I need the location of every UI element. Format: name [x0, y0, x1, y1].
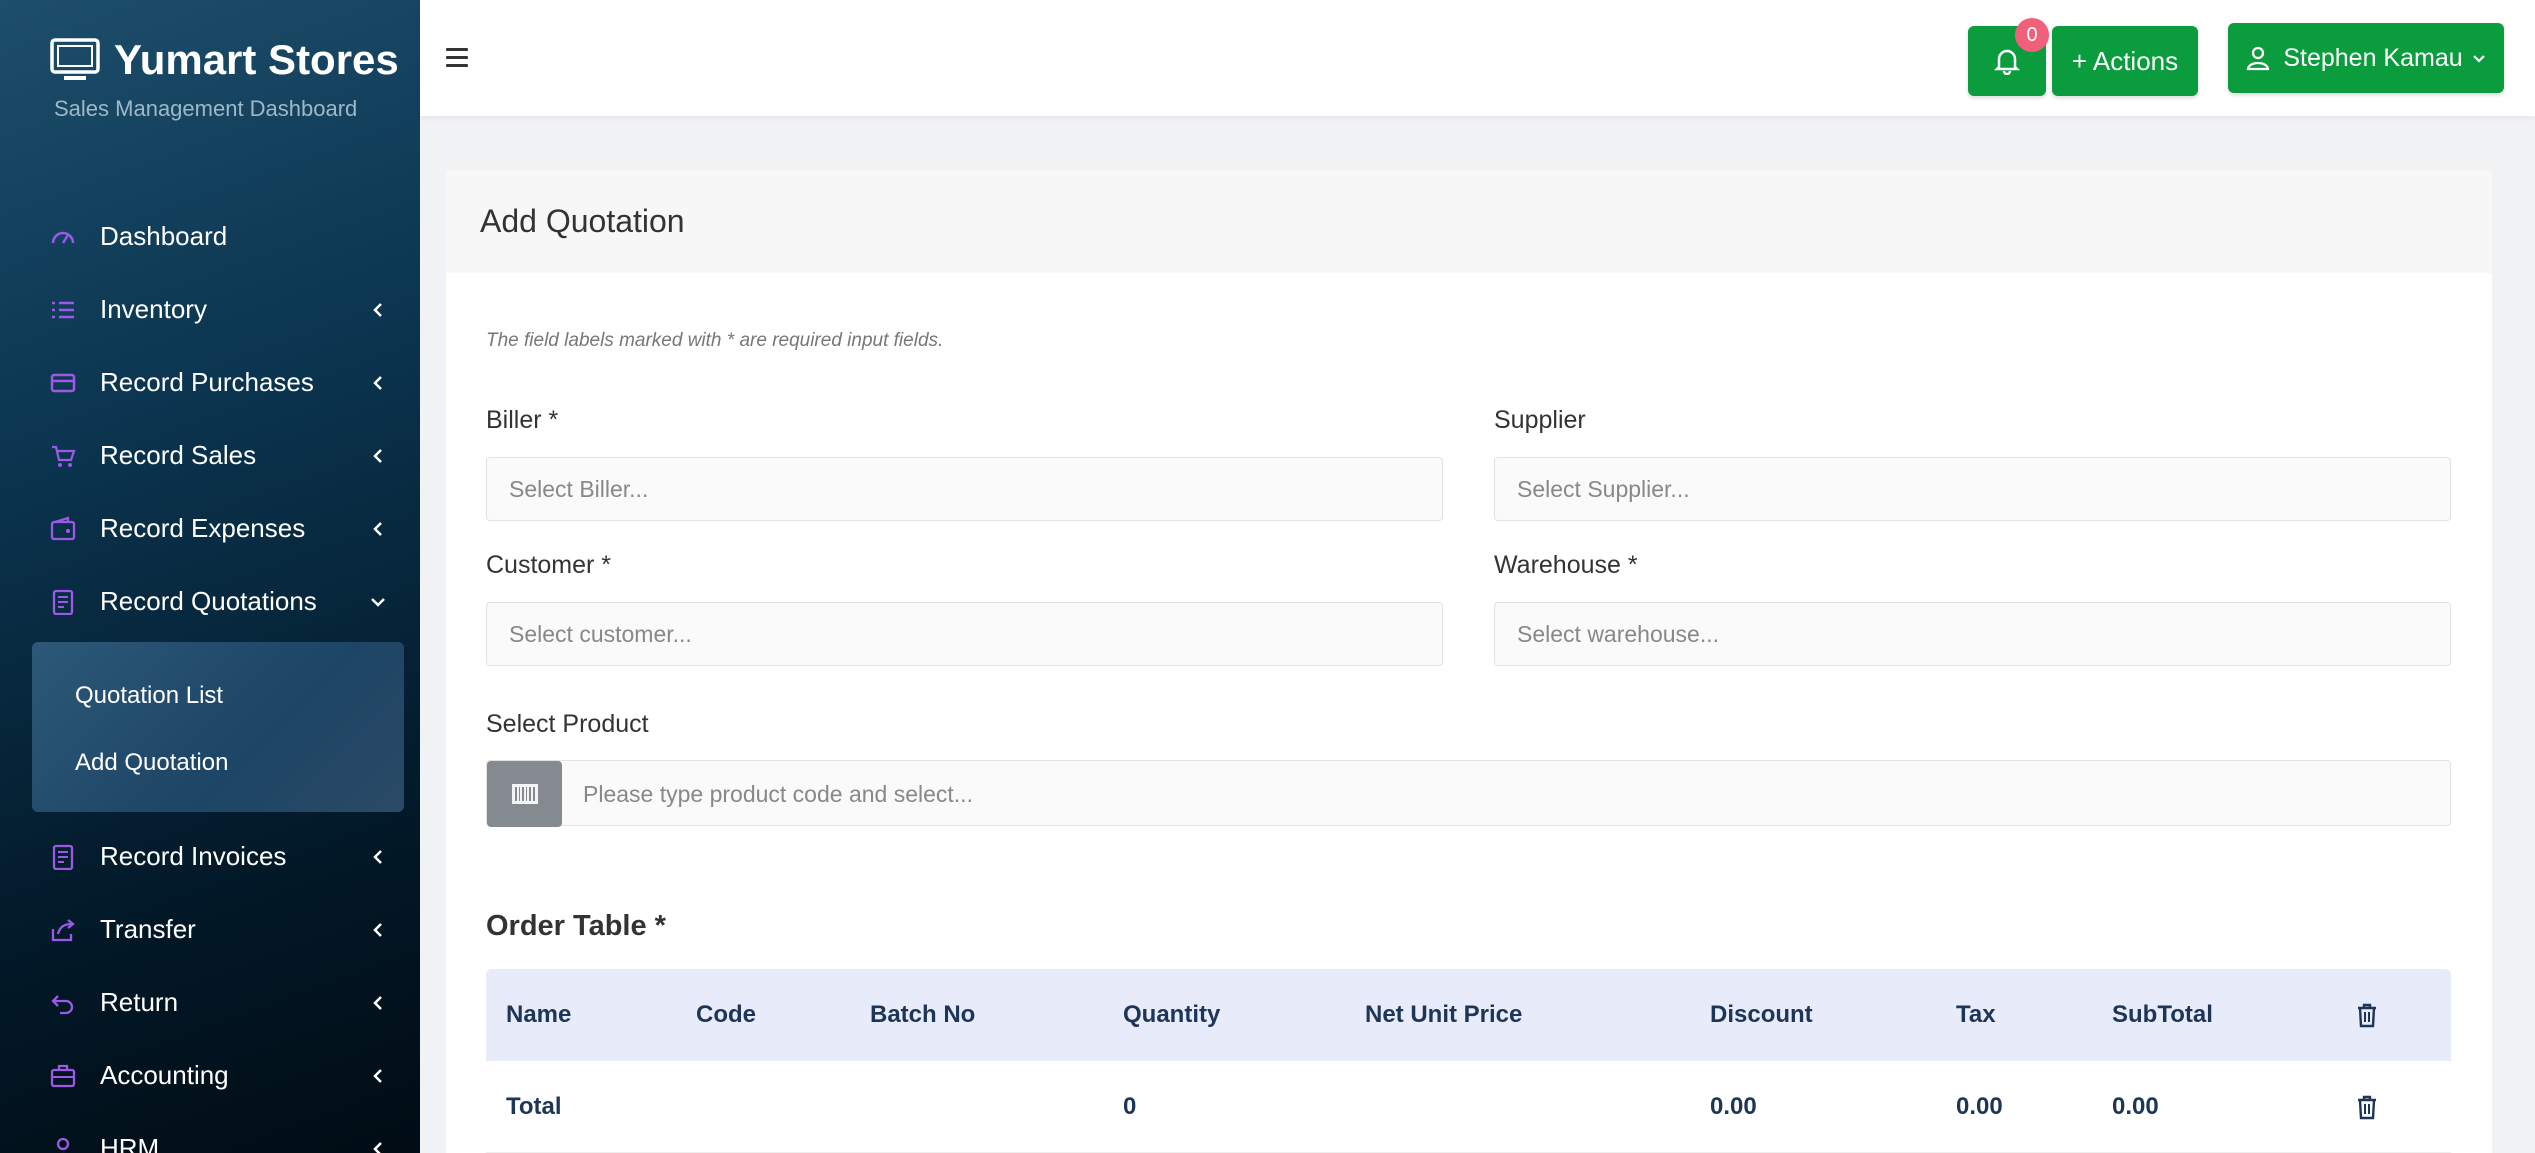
chevron-left-icon: [373, 995, 382, 1010]
product-search-input[interactable]: Please type product code and select...: [583, 761, 973, 827]
warehouse-select[interactable]: Select warehouse...: [1494, 602, 2451, 666]
page-title: Add Quotation: [446, 170, 2492, 273]
total-quantity: 0: [1123, 1093, 1137, 1120]
brand-title: Yumart Stores: [114, 36, 399, 83]
list-icon: [50, 297, 76, 323]
sidebar: Yumart Stores Sales Management Dashboard…: [0, 0, 420, 1153]
supplier-select[interactable]: Select Supplier...: [1494, 457, 2451, 521]
hamburger-menu-icon[interactable]: [446, 48, 468, 72]
sidebar-item-record-quotations[interactable]: Record Quotations: [0, 565, 420, 638]
required-fields-hint: The field labels marked with * are requi…: [486, 330, 944, 351]
biller-label: Biller *: [486, 406, 559, 434]
order-table-title: Order Table *: [486, 910, 666, 942]
sidebar-item-label: Return: [100, 987, 179, 1017]
user-menu-button[interactable]: Stephen Kamau: [2228, 23, 2504, 93]
cart-icon: [50, 443, 76, 469]
top-header: 0 + Actions Stephen Kamau: [420, 0, 2535, 116]
chevron-left-icon: [373, 375, 382, 390]
bell-icon: [1994, 49, 2020, 75]
order-table: Name Code Batch No Quantity Net Unit Pri…: [486, 969, 2451, 1153]
user-name: Stephen Kamau: [2283, 43, 2463, 72]
card-icon: [50, 370, 76, 396]
column-header-batch-no: Batch No: [870, 1001, 976, 1028]
sidebar-item-record-invoices[interactable]: Record Invoices: [0, 820, 420, 893]
sidebar-item-label: Dashboard: [100, 221, 228, 251]
sidebar-item-label: Transfer: [100, 914, 196, 944]
sidebar-item-label: Record Sales: [100, 440, 257, 470]
sidebar-item-label: Record Invoices: [100, 841, 287, 871]
barcode-button[interactable]: [487, 761, 562, 827]
share-icon: [50, 917, 76, 943]
chevron-left-icon: [373, 1141, 382, 1153]
chevron-left-icon: [373, 302, 382, 317]
document-icon: [50, 589, 76, 615]
biller-select[interactable]: Select Biller...: [486, 457, 1443, 521]
order-table-header: Name Code Batch No Quantity Net Unit Pri…: [486, 969, 2451, 1061]
product-search-field[interactable]: Please type product code and select...: [486, 760, 2451, 827]
sidebar-item-label: Accounting: [100, 1060, 229, 1090]
sidebar-item-label: Record Expenses: [100, 513, 306, 543]
sidebar-item-dashboard[interactable]: Dashboard: [0, 200, 420, 273]
chevron-down-icon: [2472, 55, 2485, 63]
sidebar-item-return[interactable]: Return: [0, 966, 420, 1039]
customer-select[interactable]: Select customer...: [486, 602, 1443, 666]
select-product-label: Select Product: [486, 710, 649, 738]
trash-icon[interactable]: [2356, 1094, 2378, 1120]
table-row-total: Total 0 0.00 0.00 0.00: [486, 1061, 2451, 1153]
submenu-item-add-quotation[interactable]: Add Quotation: [32, 729, 404, 796]
notification-count-badge: 0: [2015, 18, 2049, 52]
column-header-discount: Discount: [1710, 1001, 1813, 1028]
warehouse-label: Warehouse *: [1494, 551, 1638, 579]
total-label: Total: [506, 1093, 562, 1120]
sidebar-item-record-purchases[interactable]: Record Purchases: [0, 346, 420, 419]
sidebar-item-label: Inventory: [100, 294, 207, 324]
chevron-left-icon: [373, 521, 382, 536]
user-icon: [50, 1136, 76, 1153]
column-header-tax: Tax: [1956, 1001, 1996, 1028]
quotations-submenu: Quotation List Add Quotation: [32, 642, 404, 812]
user-icon: [2247, 46, 2270, 71]
sidebar-item-record-sales[interactable]: Record Sales: [0, 419, 420, 492]
add-quotation-card: Add Quotation The field labels marked wi…: [446, 170, 2492, 1153]
supplier-label: Supplier: [1494, 406, 1586, 434]
document-icon: [50, 844, 76, 870]
barcode-icon: [511, 784, 538, 804]
briefcase-icon: [50, 1063, 76, 1089]
chevron-left-icon: [373, 849, 382, 864]
total-subtotal: 0.00: [2112, 1093, 2159, 1120]
trash-icon[interactable]: [2356, 1002, 2378, 1028]
chevron-left-icon: [373, 448, 382, 463]
sidebar-item-inventory[interactable]: Inventory: [0, 273, 420, 346]
sidebar-item-transfer[interactable]: Transfer: [0, 893, 420, 966]
total-tax: 0.00: [1956, 1093, 2003, 1120]
column-header-code: Code: [696, 1001, 756, 1028]
submenu-item-quotation-list[interactable]: Quotation List: [32, 662, 404, 729]
monitor-icon: [50, 38, 100, 80]
return-icon: [50, 990, 76, 1016]
chevron-left-icon: [373, 922, 382, 937]
chevron-down-icon: [371, 597, 385, 607]
column-header-quantity: Quantity: [1123, 1001, 1221, 1028]
customer-label: Customer *: [486, 551, 612, 579]
sidebar-item-record-expenses[interactable]: Record Expenses: [0, 492, 420, 565]
speedometer-icon: [50, 224, 76, 250]
total-discount: 0.00: [1710, 1093, 1757, 1120]
brand-subtitle: Sales Management Dashboard: [54, 96, 358, 121]
chevron-left-icon: [373, 1068, 382, 1083]
brand[interactable]: Yumart Stores: [50, 36, 399, 84]
sidebar-item-label: Record Purchases: [100, 367, 314, 397]
column-header-subtotal: SubTotal: [2112, 1001, 2213, 1028]
actions-button[interactable]: + Actions: [2052, 26, 2198, 96]
sidebar-item-label: Record Quotations: [100, 586, 317, 616]
sidebar-item-label: HRM: [100, 1133, 160, 1153]
sidebar-item-hrm[interactable]: HRM: [0, 1112, 420, 1153]
wallet-icon: [50, 515, 76, 542]
sidebar-nav: Dashboard Inventory Record Purchases Rec…: [0, 200, 420, 1153]
column-header-net-unit-price: Net Unit Price: [1365, 1001, 1523, 1028]
sidebar-item-accounting[interactable]: Accounting: [0, 1039, 420, 1112]
column-header-name: Name: [506, 1001, 572, 1028]
